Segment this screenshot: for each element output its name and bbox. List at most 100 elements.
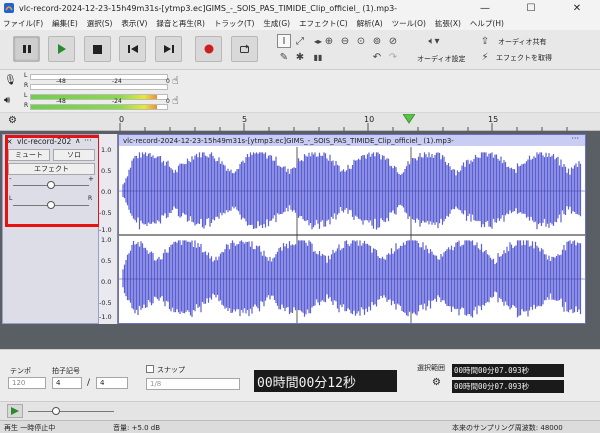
maximize-button[interactable]: ☐ [508, 0, 554, 16]
skip-to-end-button[interactable] [155, 36, 182, 62]
play-at-speed-toolbar [0, 401, 600, 420]
zoom-in-icon: ⊕ [324, 35, 334, 47]
envelope-tool[interactable]: ⤢ [293, 34, 307, 48]
play-meter-r-letter: R [24, 102, 29, 109]
record-meter-right[interactable] [30, 84, 168, 90]
zoom-toggle-button[interactable]: ⊘ [386, 34, 400, 48]
clip-menu-icon[interactable]: ··· [571, 134, 579, 143]
play-at-speed-button[interactable] [7, 404, 23, 418]
timeline-options-gear-icon[interactable]: ⚙︎ [8, 115, 17, 126]
close-button[interactable]: ✕ [554, 0, 600, 16]
time-signature-denominator[interactable]: 4 [96, 377, 128, 389]
ruler-ticks [119, 123, 568, 131]
menu-select[interactable]: 選択(S) [87, 18, 113, 29]
minimize-button[interactable]: — [462, 0, 508, 16]
skip-to-start-button[interactable] [119, 36, 146, 62]
zoom-toggle-icon: ⊘ [388, 35, 398, 47]
microphone-icon[interactable]: 🎙︎ [4, 75, 17, 86]
menu-edit[interactable]: 編集(E) [52, 18, 78, 29]
playback-speed-thumb[interactable] [52, 407, 60, 415]
pause-button[interactable] [13, 36, 40, 62]
menu-effect[interactable]: エフェクト(C) [299, 18, 348, 29]
loop-button[interactable] [231, 36, 258, 62]
status-bar: 再生 一時停止中 音量: +5.0 dB 本来のサンプリング周波数: 48000 [0, 420, 600, 433]
scale-top-1.0: 1.0 [101, 146, 112, 154]
speaker-meter-icon[interactable]: 🔊︎ [4, 95, 10, 106]
menu-generate[interactable]: 生成(G) [263, 18, 290, 29]
zoom-out-button[interactable]: ⊖ [338, 34, 352, 48]
fit-project-button[interactable]: ⊚ [370, 34, 384, 48]
fit-selection-icon: ⊙ [356, 35, 366, 47]
menu-extra[interactable]: 拡張(X) [435, 18, 461, 29]
plug-icon[interactable]: ⚡︎ [478, 50, 492, 64]
menu-bar: ファイル(F) 編集(E) 選択(S) 表示(V) 録音と再生(R) トラック(… [0, 16, 600, 30]
menu-tools[interactable]: ツール(O) [392, 18, 426, 29]
record-meter-toolbar: 🎙︎ L R -48 -24 0 ☝︎ [0, 71, 600, 93]
fit-project-icon: ⊚ [372, 35, 382, 47]
undo-button[interactable]: ↶ [370, 50, 384, 64]
share-audio-label[interactable]: オーディオ共有 [498, 37, 547, 47]
menu-help[interactable]: ヘルプ(H) [470, 18, 504, 29]
scale-bottom-minus-1.0: -1.0 [99, 313, 112, 321]
record-meter-left[interactable] [30, 74, 168, 80]
audio-setup-button[interactable]: 🔈︎▾ [424, 34, 444, 48]
time-signature-numerator[interactable]: 4 [52, 377, 82, 389]
menu-view[interactable]: 表示(V) [121, 18, 147, 29]
waveform[interactable] [119, 147, 585, 323]
scale-bottom-0.5: 0.5 [101, 257, 112, 265]
stop-button[interactable] [84, 36, 111, 62]
draw-tool[interactable]: ✎ [277, 50, 291, 64]
tempo-input[interactable]: 120 [8, 377, 46, 389]
share-audio-icon[interactable]: ⇪ [478, 34, 492, 48]
zoom-out-icon: ⊖ [340, 35, 350, 47]
zoom-in-button[interactable]: ⊕ [322, 34, 336, 48]
menu-transport[interactable]: 録音と再生(R) [156, 18, 205, 29]
amplitude-scale[interactable]: 1.0 0.5 0.0 -0.5 -1.0 1.0 0.5 0.0 -0.5 -… [99, 134, 118, 324]
record-button[interactable] [195, 36, 222, 62]
scale-top-0.5: 0.5 [101, 167, 112, 175]
multi-tool[interactable]: ✱ [293, 50, 307, 64]
record-meter-r-letter: R [24, 82, 29, 89]
snap-checkbox[interactable] [146, 365, 154, 373]
menu-tracks[interactable]: トラック(T) [214, 18, 254, 29]
snap-select[interactable]: 1/8 [146, 378, 240, 390]
menu-analyze[interactable]: 解析(A) [357, 18, 383, 29]
title-bar: vlc-record-2024-12-23-15h49m31s-[ytmp3.e… [0, 0, 600, 16]
selection-end-time[interactable]: 00時間00分07.093秒 [452, 380, 564, 393]
time-signature-label: 拍子記号 [52, 367, 80, 375]
asterisk-icon: ✱ [295, 51, 305, 63]
loop-icon [240, 44, 249, 53]
get-effects-label[interactable]: エフェクトを取得 [496, 53, 552, 63]
audio-clip[interactable] [118, 134, 586, 324]
redo-icon: ↷ [388, 51, 398, 63]
selection-settings-gear-icon[interactable]: ⚙︎ [432, 377, 441, 388]
selection-start-time[interactable]: 00時間00分07.093秒 [452, 364, 564, 377]
scale-bottom-minus-0.5: -0.5 [99, 299, 112, 307]
fit-selection-button[interactable]: ⊙ [354, 34, 368, 48]
silence-button[interactable]: ▮▮ [311, 50, 325, 64]
scale-top-minus-1.0: -1.0 [99, 226, 112, 234]
ruler-label-5: 5 [242, 115, 248, 124]
play-button[interactable] [48, 36, 75, 62]
record-tick-48: -48 [56, 78, 66, 85]
scale-bottom-1.0: 1.0 [101, 236, 112, 244]
time-signature-toolbar: テンポ 120 拍子記号 4 / 4 スナップ 1/8 00時間00分12秒 選… [0, 349, 600, 403]
timeline-ruler[interactable]: ⚙︎ 0 5 10 15 [0, 113, 600, 131]
redo-button[interactable]: ↷ [386, 50, 400, 64]
playback-speed-slider[interactable] [28, 411, 114, 412]
selection-tool[interactable]: I [277, 34, 291, 48]
time-display[interactable]: 00時間00分12秒 [254, 370, 397, 392]
pause-icon [22, 45, 31, 53]
snap-label: スナップ [157, 366, 185, 374]
audio-setup-label[interactable]: オーディオ設定 [417, 54, 466, 64]
clip-header[interactable]: vlc-record-2024-12-23-15h49m31s-[ytmp3.e… [119, 134, 585, 146]
clip-name: vlc-record-2024-12-23-15h49m31s-[ytmp3.e… [123, 136, 454, 145]
play-head-marker[interactable] [403, 114, 415, 124]
record-meter-l-letter: L [24, 72, 28, 79]
scale-top-0.0: 0.0 [101, 188, 112, 196]
speaker-icon: 🔈︎▾ [428, 35, 440, 47]
menu-file[interactable]: ファイル(F) [3, 18, 43, 29]
playback-meter-left[interactable] [30, 94, 168, 100]
playback-meter-right[interactable] [30, 104, 168, 110]
status-volume: 音量: +5.0 dB [113, 424, 161, 432]
